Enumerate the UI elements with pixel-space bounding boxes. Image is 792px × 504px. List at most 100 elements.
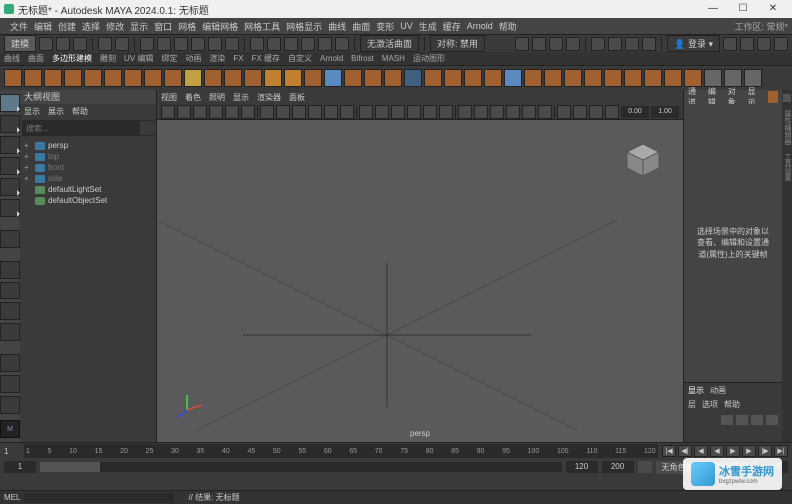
shelf-icon-27[interactable] <box>544 69 562 87</box>
shelftab-5[interactable]: 绑定 <box>161 53 177 64</box>
search-icon[interactable] <box>140 121 154 135</box>
paint-btn[interactable] <box>174 37 188 51</box>
vp-tool-24[interactable] <box>557 105 571 119</box>
mode-dropdown[interactable]: 建模 <box>4 35 36 52</box>
rotate-tool[interactable] <box>0 178 20 196</box>
vp-tool-20[interactable] <box>490 105 504 119</box>
play-fwd[interactable]: ▶ <box>726 445 740 457</box>
redo-button[interactable] <box>115 37 129 51</box>
shelf-icon-35[interactable] <box>704 69 722 87</box>
menu-网格[interactable]: 网格 <box>178 20 196 33</box>
key-button[interactable] <box>638 461 652 473</box>
lasso-tool[interactable] <box>0 115 20 133</box>
paint-select-tool[interactable] <box>0 136 20 154</box>
vp-tool-6[interactable] <box>260 105 274 119</box>
shelf-icon-18[interactable] <box>364 69 382 87</box>
vp-tool-11[interactable] <box>340 105 354 119</box>
cmd-input[interactable] <box>24 493 174 503</box>
render-btn-3[interactable] <box>549 37 563 51</box>
layout-two-v[interactable] <box>0 323 20 341</box>
vp-tool-9[interactable] <box>308 105 322 119</box>
range-mid[interactable]: 120 <box>566 461 598 473</box>
menu-选择[interactable]: 选择 <box>82 20 100 33</box>
shelf-icon-14[interactable] <box>284 69 302 87</box>
minimize-button[interactable]: — <box>698 1 728 17</box>
layer-menu-层[interactable]: 层 <box>688 399 696 410</box>
snap-6[interactable] <box>335 37 349 51</box>
snap-1[interactable] <box>250 37 264 51</box>
maximize-button[interactable]: ☐ <box>728 1 758 17</box>
vp-tool-17[interactable] <box>439 105 453 119</box>
shelf-icon-20[interactable] <box>404 69 422 87</box>
menu-Arnold[interactable]: Arnold <box>467 21 493 31</box>
shelf-icon-29[interactable] <box>584 69 602 87</box>
move-tool[interactable] <box>0 157 20 175</box>
shelftab-3[interactable]: 雕刻 <box>100 53 116 64</box>
shelftab-13[interactable]: MASH <box>382 54 405 63</box>
snap-5[interactable] <box>318 37 332 51</box>
outliner-item-defaultObjectSet[interactable]: defaultObjectSet <box>22 195 154 206</box>
shelf-icon-7[interactable] <box>144 69 162 87</box>
vp-field-2[interactable]: 1.00 <box>651 106 679 118</box>
vp-field-1[interactable]: 0.00 <box>621 106 649 118</box>
attr-editor-icon[interactable] <box>783 94 791 102</box>
vp-tool-4[interactable] <box>225 105 239 119</box>
shelf-icon-30[interactable] <box>604 69 622 87</box>
render-btn-4[interactable] <box>566 37 580 51</box>
step-back[interactable]: ◀ <box>694 445 708 457</box>
layer-btn-1[interactable] <box>721 415 733 425</box>
step-fwd[interactable]: ▶ <box>742 445 756 457</box>
vp-tool-7[interactable] <box>276 105 290 119</box>
last-tool[interactable] <box>0 230 20 248</box>
vp-tool-0[interactable] <box>161 105 175 119</box>
shelftab-4[interactable]: UV 编辑 <box>124 53 153 64</box>
snap-3[interactable] <box>284 37 298 51</box>
step-fwd-key[interactable]: |▶ <box>758 445 772 457</box>
menu-创建[interactable]: 创建 <box>58 20 76 33</box>
shelf-icon-36[interactable] <box>724 69 742 87</box>
shelf-icon-8[interactable] <box>164 69 182 87</box>
outliner-item-defaultLightSet[interactable]: defaultLightSet <box>22 184 154 195</box>
range-slider[interactable] <box>40 462 562 472</box>
shelftab-1[interactable]: 曲面 <box>28 53 44 64</box>
layout-custom-1[interactable] <box>0 354 20 372</box>
shelf-icon-25[interactable] <box>504 69 522 87</box>
outliner-search-input[interactable] <box>22 124 140 133</box>
live-surface[interactable]: 无激活曲面 <box>360 35 419 52</box>
status-btn-3[interactable] <box>73 37 87 51</box>
layout-four[interactable] <box>0 282 20 300</box>
vp-menu-视图[interactable]: 视图 <box>161 92 177 103</box>
panel-btn-2[interactable] <box>608 37 622 51</box>
shelftab-0[interactable]: 曲线 <box>4 53 20 64</box>
vp-tool-18[interactable] <box>458 105 472 119</box>
login-button[interactable]: 👤 登录 ▾ <box>667 35 720 52</box>
channel-icon[interactable] <box>768 91 778 103</box>
range-start[interactable]: 1 <box>4 461 36 473</box>
shelf-icon-15[interactable] <box>304 69 322 87</box>
shelf-icon-6[interactable] <box>124 69 142 87</box>
layout-single[interactable] <box>0 261 20 279</box>
outliner-item-front[interactable]: +front <box>22 162 154 173</box>
shelftab-14[interactable]: 运动图形 <box>413 53 445 64</box>
menu-网格显示[interactable]: 网格显示 <box>286 20 322 33</box>
menu-曲线[interactable]: 曲线 <box>328 20 346 33</box>
outliner-list[interactable]: +persp+top+front+sidedefaultLightSetdefa… <box>20 138 156 442</box>
outliner-menu-显示[interactable]: 显示 <box>24 106 40 117</box>
shelf-icon-1[interactable] <box>24 69 42 87</box>
status-btn-2[interactable] <box>56 37 70 51</box>
select-tool[interactable] <box>0 94 20 112</box>
menu-生成[interactable]: 生成 <box>419 20 437 33</box>
sel-4[interactable] <box>191 37 205 51</box>
panel-btn-4[interactable] <box>642 37 656 51</box>
vp-tool-8[interactable] <box>292 105 306 119</box>
strip-label-1[interactable]: 属性编辑器 <box>782 110 792 145</box>
time-scale[interactable]: 1510152025303540455055606570758085909510… <box>24 444 658 458</box>
symmetry-dropdown[interactable]: 对称: 禁用 <box>430 35 485 52</box>
vp-tool-19[interactable] <box>474 105 488 119</box>
shelf-icon-37[interactable] <box>744 69 762 87</box>
layer-menu-帮助[interactable]: 帮助 <box>724 399 740 410</box>
shelftab-10[interactable]: 自定义 <box>288 53 312 64</box>
shelf-icon-28[interactable] <box>564 69 582 87</box>
shelftab-12[interactable]: Bifrost <box>351 54 374 63</box>
shelf-icon-31[interactable] <box>624 69 642 87</box>
